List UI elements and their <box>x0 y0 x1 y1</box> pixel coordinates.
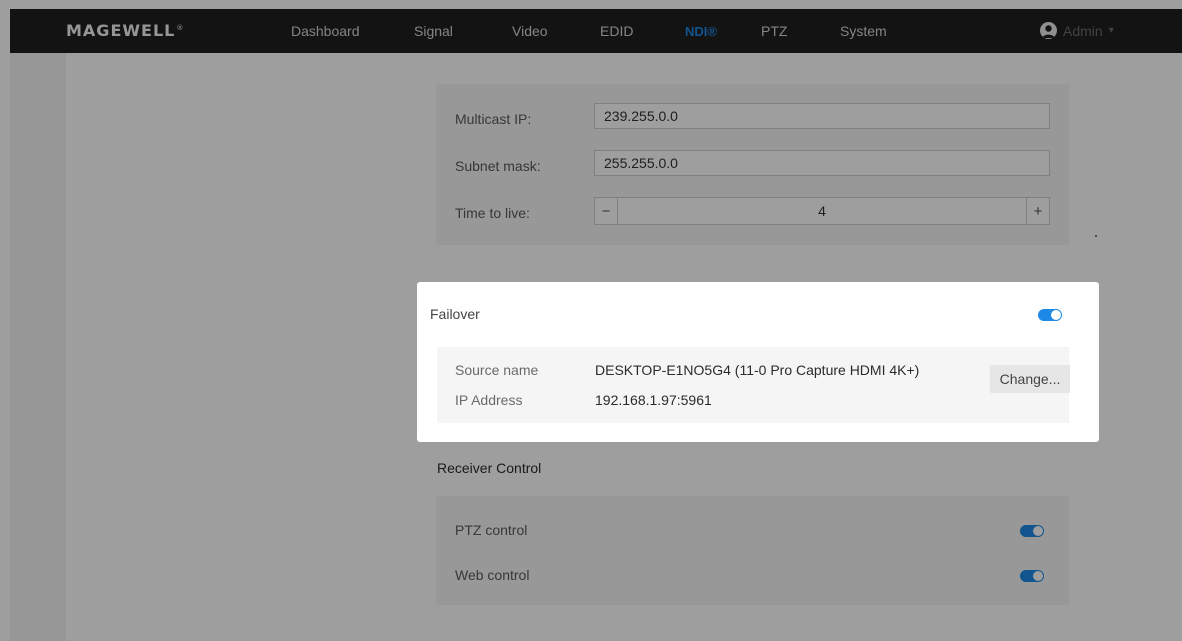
source-name-label: Source name <box>455 362 539 378</box>
failover-title: Failover <box>430 306 480 322</box>
change-source-button[interactable]: Change... <box>990 365 1070 393</box>
ip-address-label: IP Address <box>455 392 523 408</box>
ip-address-value: 192.168.1.97:5961 <box>595 392 712 408</box>
failover-source-panel: Source name DESKTOP-E1NO5G4 (11-0 Pro Ca… <box>437 347 1070 423</box>
failover-card: Failover Source name DESKTOP-E1NO5G4 (11… <box>417 282 1099 442</box>
source-name-value: DESKTOP-E1NO5G4 (11-0 Pro Capture HDMI 4… <box>595 362 920 378</box>
failover-toggle[interactable] <box>1038 309 1062 321</box>
